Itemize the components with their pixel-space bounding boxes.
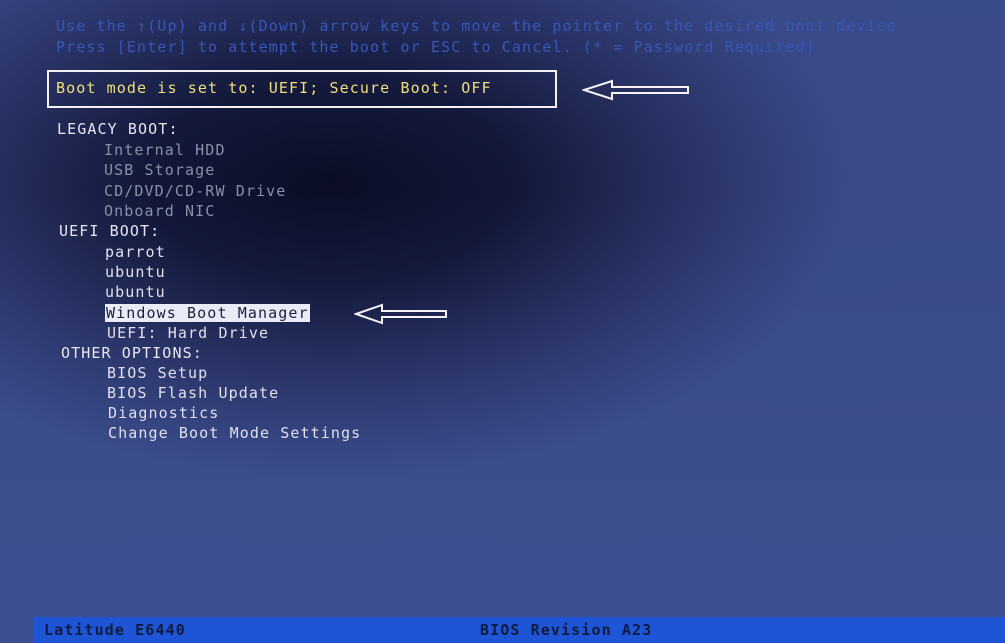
- boot-mode-text: Boot mode is set to: UEFI; Secure Boot: …: [56, 79, 492, 97]
- option-change-boot-mode[interactable]: Change Boot Mode Settings: [108, 424, 361, 442]
- instruction-line-1: Use the ↑(Up) and ↓(Down) arrow keys to …: [56, 17, 897, 35]
- uefi-item-parrot[interactable]: parrot: [105, 243, 166, 261]
- legacy-boot-heading: LEGACY BOOT:: [57, 120, 179, 138]
- legacy-item-internal-hdd[interactable]: Internal HDD: [104, 141, 226, 159]
- option-bios-setup[interactable]: BIOS Setup: [107, 364, 208, 382]
- uefi-boot-heading: UEFI BOOT:: [59, 222, 161, 240]
- uefi-item-ubuntu-2[interactable]: ubuntu: [105, 283, 166, 301]
- instruction-line-2: Press [Enter] to attempt the boot or ESC…: [56, 38, 816, 56]
- model-name: Latitude E6440: [44, 621, 186, 639]
- status-bar: Latitude E6440 BIOS Revision A23: [34, 617, 1005, 643]
- option-diagnostics[interactable]: Diagnostics: [108, 404, 219, 422]
- uefi-item-hard-drive[interactable]: UEFI: Hard Drive: [107, 324, 269, 342]
- left-arrow-icon: [582, 79, 689, 101]
- uefi-item-ubuntu-1[interactable]: ubuntu: [105, 263, 166, 281]
- legacy-item-onboard-nic[interactable]: Onboard NIC: [104, 202, 215, 220]
- legacy-item-cd-dvd-drive[interactable]: CD/DVD/CD-RW Drive: [104, 182, 286, 200]
- legacy-item-usb-storage[interactable]: USB Storage: [104, 161, 215, 179]
- other-options-heading: OTHER OPTIONS:: [61, 344, 203, 362]
- uefi-item-windows-boot-manager[interactable]: Windows Boot Manager: [105, 304, 310, 322]
- option-bios-flash-update[interactable]: BIOS Flash Update: [107, 384, 279, 402]
- left-arrow-icon: [354, 303, 447, 325]
- bios-revision: BIOS Revision A23: [480, 621, 653, 639]
